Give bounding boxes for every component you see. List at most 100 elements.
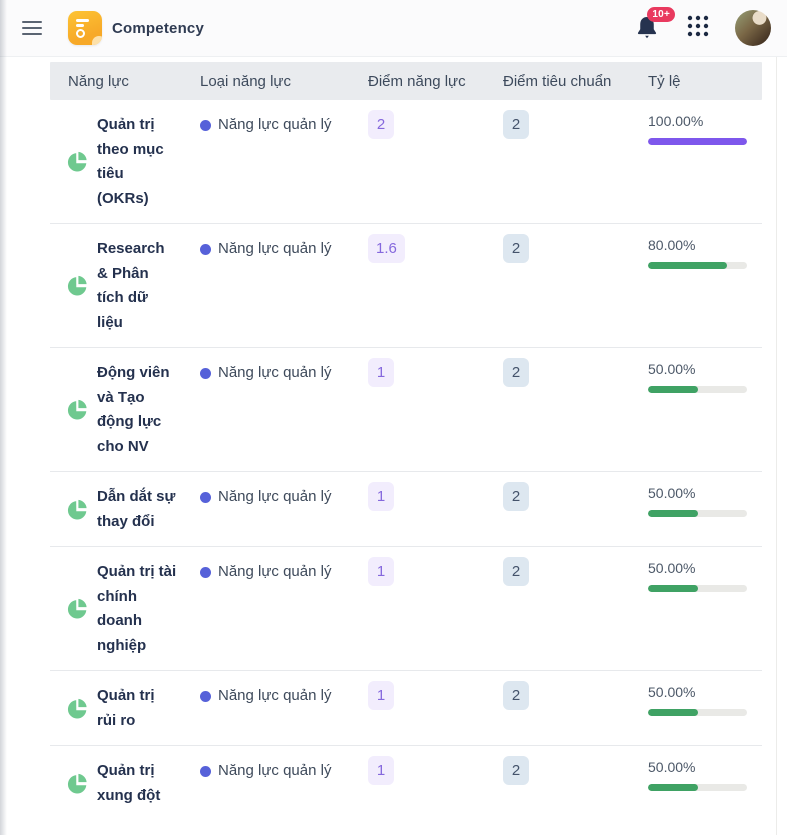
pie-chart-icon — [65, 697, 89, 721]
competency-name: Quản trị theo mục tiêu (OKRs) — [97, 116, 164, 207]
standard-score-cell: 2 — [490, 681, 638, 733]
competency-score-cell: 1 — [355, 482, 490, 534]
competency-name-cell: Research & Phân tích dữ liệu — [50, 237, 190, 335]
table-body: Quản trị theo mục tiêu (OKRs) Năng lực q… — [50, 100, 762, 820]
ratio-percent-label: 100.00% — [648, 113, 704, 129]
competency-score-cell: 1 — [355, 681, 490, 733]
table-row[interactable]: Động viên và Tạo động lực cho NV Năng lự… — [50, 348, 762, 472]
ratio-progressbar-fill — [648, 262, 728, 269]
score-badge: 1.6 — [368, 234, 405, 263]
score-badge: 1 — [368, 557, 394, 586]
standard-score-cell: 2 — [490, 358, 638, 459]
ratio-progressbar-fill — [648, 510, 698, 517]
competency-score-cell: 1 — [355, 358, 490, 459]
standard-badge: 2 — [503, 756, 529, 785]
standard-score-cell: 2 — [490, 482, 638, 534]
ratio-progressbar — [648, 585, 747, 592]
competency-type-label: Năng lực quản lý — [218, 762, 332, 779]
ratio-percent-label: 50.00% — [648, 560, 696, 576]
competency-score-cell: 1 — [355, 756, 490, 808]
type-dot-icon — [200, 567, 211, 578]
table-row[interactable]: Quản trị xung đột Năng lực quản lý 1 2 5… — [50, 746, 762, 820]
standard-badge: 2 — [503, 557, 529, 586]
competency-score-cell: 1 — [355, 557, 490, 658]
table-row[interactable]: Quản trị theo mục tiêu (OKRs) Năng lực q… — [50, 100, 762, 224]
column-header-ratio: Tỷ lệ — [648, 72, 681, 90]
table-row[interactable]: Quản trị rủi ro Năng lực quản lý 1 2 50.… — [50, 671, 762, 746]
competency-type-label: Năng lực quản lý — [218, 240, 332, 257]
table-header-row: Năng lực Loại năng lực Điểm năng lực Điể… — [50, 62, 762, 100]
table-row[interactable]: Quản trị tài chính doanh nghiệp Năng lực… — [50, 547, 762, 671]
app-header: Competency 10+ — [0, 0, 787, 57]
competency-name: Research & Phân tích dữ liệu — [97, 240, 165, 331]
standard-score-cell: 2 — [490, 110, 638, 211]
header-actions: 10+ — [633, 7, 773, 46]
type-dot-icon — [200, 766, 211, 777]
score-badge: 2 — [368, 110, 394, 139]
notifications-bell-icon[interactable]: 10+ — [633, 7, 675, 42]
ratio-progressbar — [648, 510, 747, 517]
competency-name-cell: Quản trị tài chính doanh nghiệp — [50, 560, 190, 658]
ratio-cell: 50.00% — [638, 485, 762, 534]
standard-badge: 2 — [503, 234, 529, 263]
ratio-progressbar — [648, 138, 747, 145]
type-dot-icon — [200, 691, 211, 702]
table-row[interactable]: Research & Phân tích dữ liệu Năng lực qu… — [50, 224, 762, 348]
score-badge: 1 — [368, 482, 394, 511]
pie-chart-icon — [65, 274, 89, 298]
app-title: Competency — [112, 19, 205, 37]
notification-count-badge: 10+ — [647, 7, 675, 22]
competency-type-cell: Năng lực quản lý — [190, 361, 355, 459]
competency-type-cell: Năng lực quản lý — [190, 113, 355, 211]
window-left-shadow — [0, 0, 7, 835]
competency-name: Dẫn dắt sự thay đổi — [97, 488, 176, 530]
standard-badge: 2 — [503, 482, 529, 511]
competency-name: Quản trị tài chính doanh nghiệp — [97, 563, 177, 654]
type-dot-icon — [200, 244, 211, 255]
competency-type-label: Năng lực quản lý — [218, 364, 332, 381]
competency-type-cell: Năng lực quản lý — [190, 485, 355, 534]
pie-chart-icon — [65, 150, 89, 174]
grid-apps-icon[interactable] — [685, 13, 711, 44]
competency-name-cell: Quản trị rủi ro — [50, 684, 190, 733]
ratio-progressbar-fill — [648, 784, 698, 791]
type-dot-icon — [200, 120, 211, 131]
competency-name-cell: Động viên và Tạo động lực cho NV — [50, 361, 190, 459]
user-avatar[interactable] — [735, 10, 771, 46]
column-header-standard: Điểm tiêu chuẩn — [503, 72, 612, 90]
ratio-percent-label: 50.00% — [648, 684, 696, 700]
menu-icon[interactable] — [22, 21, 42, 35]
competency-score-cell: 1.6 — [355, 234, 490, 335]
competency-name-cell: Dẫn dắt sự thay đổi — [50, 485, 190, 534]
standard-badge: 2 — [503, 681, 529, 710]
ratio-cell: 50.00% — [638, 560, 762, 658]
ratio-cell: 50.00% — [638, 759, 762, 808]
pie-chart-icon — [65, 498, 89, 522]
competency-type-label: Năng lực quản lý — [218, 116, 332, 133]
competency-name-cell: Quản trị xung đột — [50, 759, 190, 808]
type-dot-icon — [200, 368, 211, 379]
competency-app-icon[interactable] — [68, 11, 102, 45]
score-badge: 1 — [368, 756, 394, 785]
competency-type-cell: Năng lực quản lý — [190, 237, 355, 335]
pie-chart-icon — [65, 772, 89, 796]
ratio-progressbar — [648, 709, 747, 716]
ratio-cell: 50.00% — [638, 361, 762, 459]
scrollbar-track[interactable] — [776, 57, 777, 835]
competency-name: Quản trị xung đột — [97, 762, 161, 804]
competency-type-label: Năng lực quản lý — [218, 563, 332, 580]
standard-badge: 2 — [503, 358, 529, 387]
competency-score-cell: 2 — [355, 110, 490, 211]
ratio-progressbar — [648, 262, 747, 269]
ratio-progressbar-fill — [648, 386, 698, 393]
column-header-score: Điểm năng lực — [368, 72, 466, 90]
competency-type-cell: Năng lực quản lý — [190, 759, 355, 808]
standard-score-cell: 2 — [490, 557, 638, 658]
table-row[interactable]: Dẫn dắt sự thay đổi Năng lực quản lý 1 2… — [50, 472, 762, 547]
pie-chart-icon — [65, 398, 89, 422]
competency-name-cell: Quản trị theo mục tiêu (OKRs) — [50, 113, 190, 211]
ratio-percent-label: 80.00% — [648, 237, 696, 253]
column-header-type: Loại năng lực — [200, 72, 291, 90]
standard-badge: 2 — [503, 110, 529, 139]
ratio-cell: 80.00% — [638, 237, 762, 335]
